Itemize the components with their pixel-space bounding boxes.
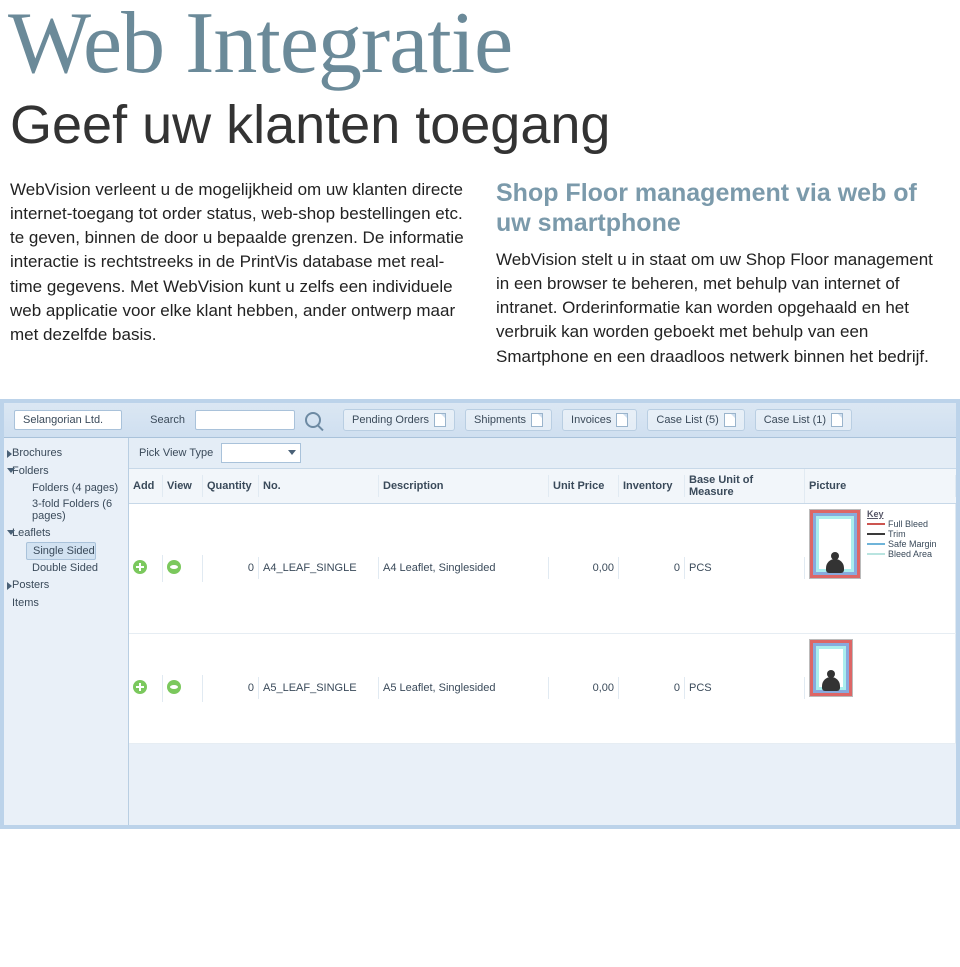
key-label: Bleed Area [888, 549, 932, 559]
cell-price: 0,00 [549, 557, 619, 579]
chevron-down-icon [7, 530, 15, 535]
view-icon[interactable] [167, 680, 181, 694]
app-topbar: Selangorian Ltd. Search Pending Orders S… [4, 403, 956, 438]
tab-case-list-5[interactable]: Case List (5) [647, 409, 744, 431]
cell-desc: A4 Leaflet, Singlesided [379, 557, 549, 579]
search-icon[interactable] [305, 412, 321, 428]
app-screenshot: Selangorian Ltd. Search Pending Orders S… [0, 399, 960, 829]
main-panel: Pick View Type Add View Quantity No. Des… [129, 438, 956, 827]
sidebar-item-leaflets[interactable]: Leaflets [8, 524, 124, 542]
view-icon[interactable] [167, 560, 181, 574]
table-row: 0 A5_LEAF_SINGLE A5 Leaflet, Singlesided… [129, 634, 956, 744]
template-thumbnail [809, 509, 861, 579]
sidebar-item-folders-4pages[interactable]: Folders (4 pages) [8, 480, 124, 496]
cell-uom: PCS [685, 557, 805, 579]
sidebar-item-single-sided[interactable]: Single Sided [26, 542, 96, 560]
legend-key: Key Full Bleed Trim Safe Margin Bleed Ar… [867, 509, 951, 559]
doc-icon [434, 413, 446, 427]
add-icon[interactable] [133, 680, 147, 694]
cell-qty: 0 [203, 557, 259, 579]
key-label: Trim [888, 529, 906, 539]
col-view: View [163, 475, 203, 497]
col-no: No. [259, 475, 379, 497]
tab-invoices[interactable]: Invoices [562, 409, 637, 431]
tab-label: Case List (1) [764, 414, 826, 426]
chevron-down-icon [288, 450, 296, 455]
chevron-right-icon [7, 450, 12, 458]
template-thumbnail [809, 639, 853, 697]
add-icon[interactable] [133, 560, 147, 574]
col-pic: Picture [805, 475, 956, 497]
sidebar-item-posters[interactable]: Posters [8, 576, 124, 594]
person-icon [826, 552, 844, 574]
col-price: Unit Price [549, 475, 619, 497]
cell-inv: 0 [619, 677, 685, 699]
sidebar-label: Leaflets [12, 527, 51, 539]
col-uom: Base Unit of Measure [685, 469, 805, 503]
tab-shipments[interactable]: Shipments [465, 409, 552, 431]
sidebar-item-items[interactable]: Items [8, 594, 124, 612]
person-icon [822, 670, 840, 692]
cell-no: A5_LEAF_SINGLE [259, 677, 379, 699]
cell-picture [805, 634, 956, 743]
cell-uom: PCS [685, 677, 805, 699]
sidebar-item-double-sided[interactable]: Double Sided [8, 560, 124, 576]
chevron-down-icon [7, 468, 15, 473]
tab-label: Shipments [474, 414, 526, 426]
doc-icon [724, 413, 736, 427]
tab-case-list-1[interactable]: Case List (1) [755, 409, 852, 431]
tab-label: Case List (5) [656, 414, 718, 426]
cell-inv: 0 [619, 557, 685, 579]
sidebar: Brochures Folders Folders (4 pages) 3-fo… [4, 438, 129, 827]
cell-picture: Key Full Bleed Trim Safe Margin Bleed Ar… [805, 504, 956, 633]
key-swatch [867, 553, 885, 555]
tab-label: Pending Orders [352, 414, 429, 426]
sidebar-item-folders[interactable]: Folders [8, 462, 124, 480]
chevron-right-icon [7, 582, 12, 590]
sidebar-label: Brochures [12, 447, 62, 459]
right-paragraph: WebVision stelt u in staat om uw Shop Fl… [496, 248, 950, 369]
sidebar-label: Posters [12, 579, 49, 591]
search-input[interactable] [195, 410, 295, 430]
left-paragraph: WebVision verleent u de mogelijkheid om … [10, 178, 464, 369]
col-desc: Description [379, 475, 549, 497]
search-label: Search [150, 414, 185, 426]
key-label: Safe Margin [888, 539, 937, 549]
right-heading: Shop Floor management via web of uw smar… [496, 178, 950, 238]
col-add: Add [129, 475, 163, 497]
sidebar-label: Folders [12, 465, 49, 477]
page-subtitle: Geef uw klanten toegang [0, 88, 960, 178]
doc-icon [531, 413, 543, 427]
table-row: 0 A4_LEAF_SINGLE A4 Leaflet, Singlesided… [129, 504, 956, 634]
key-label: Full Bleed [888, 519, 928, 529]
grid-header: Add View Quantity No. Description Unit P… [129, 469, 956, 504]
cell-no: A4_LEAF_SINGLE [259, 557, 379, 579]
cell-desc: A5 Leaflet, Singlesided [379, 677, 549, 699]
company-selector[interactable]: Selangorian Ltd. [14, 410, 122, 430]
sidebar-item-3fold-folders[interactable]: 3-fold Folders (6 pages) [8, 496, 124, 524]
doc-icon [616, 413, 628, 427]
sidebar-item-brochures[interactable]: Brochures [8, 444, 124, 462]
key-swatch [867, 533, 885, 535]
key-swatch [867, 543, 885, 545]
key-title: Key [867, 509, 951, 519]
col-qty: Quantity [203, 475, 259, 497]
filter-label: Pick View Type [139, 447, 213, 459]
cell-qty: 0 [203, 677, 259, 699]
key-swatch [867, 523, 885, 525]
tab-pending-orders[interactable]: Pending Orders [343, 409, 455, 431]
cell-price: 0,00 [549, 677, 619, 699]
col-inv: Inventory [619, 475, 685, 497]
doc-icon [831, 413, 843, 427]
view-type-dropdown[interactable] [221, 443, 301, 463]
page-title: Web Integratie [0, 0, 960, 88]
tab-label: Invoices [571, 414, 611, 426]
